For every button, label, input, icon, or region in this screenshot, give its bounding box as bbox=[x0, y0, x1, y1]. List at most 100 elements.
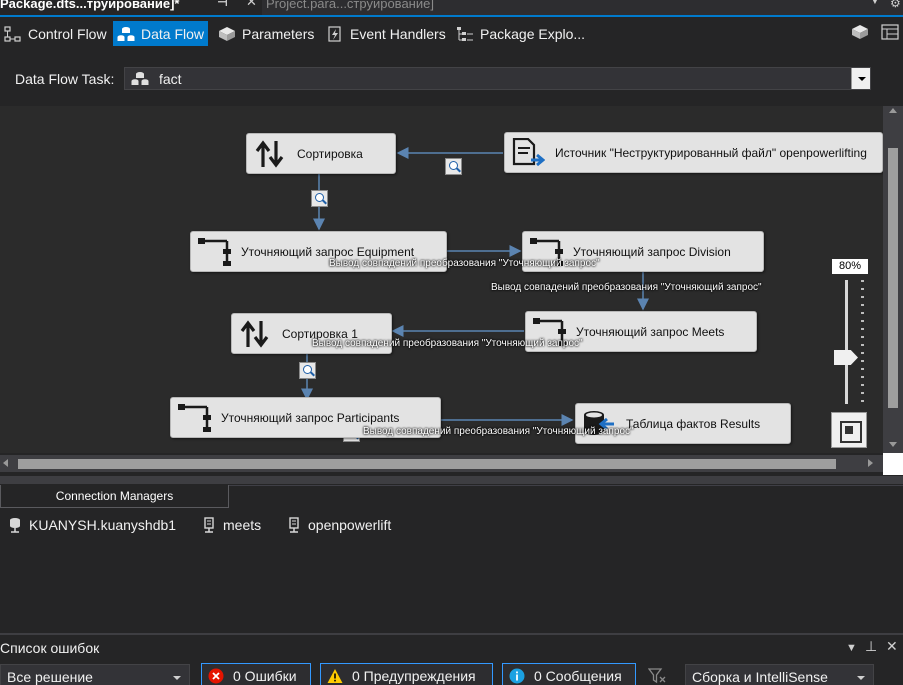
chevron-down-icon[interactable] bbox=[851, 68, 870, 89]
error-list-title: Список ошибок bbox=[0, 640, 100, 656]
data-flow-canvas[interactable]: Сортировка Источник "Неструктурированный… bbox=[0, 106, 883, 453]
connection-manager-item[interactable]: meets bbox=[203, 516, 261, 534]
window-menu-dropdown-icon[interactable]: ▼ bbox=[846, 642, 857, 654]
warning-icon bbox=[327, 669, 343, 683]
vertical-scroll-thumb[interactable] bbox=[888, 148, 898, 408]
document-tab-project-params-label: Project.para...струирование] bbox=[266, 0, 434, 11]
warnings-filter-button[interactable]: 0 Предупреждения bbox=[320, 663, 493, 685]
data-flow-task-icon bbox=[131, 71, 149, 86]
flat-file-source-icon bbox=[512, 137, 545, 166]
connection-managers-divider bbox=[229, 485, 903, 486]
tab-control-flow[interactable]: Control Flow bbox=[0, 21, 111, 46]
tab-event-handlers[interactable]: Event Handlers bbox=[322, 21, 450, 46]
connection-manager-name: openpowerlift bbox=[308, 517, 392, 533]
scroll-up-icon[interactable] bbox=[889, 108, 897, 113]
error-list-separator bbox=[0, 633, 903, 635]
component-lookup-equipment-label: Уточняющий запрос Equipment bbox=[241, 244, 415, 259]
toolbox-icon[interactable] bbox=[851, 24, 869, 40]
data-viewer-icon[interactable] bbox=[299, 362, 316, 379]
chevron-down-icon bbox=[857, 676, 865, 680]
zoom-to-fit-icon[interactable] bbox=[831, 412, 867, 448]
document-tab-project-params[interactable]: Project.para...струирование] bbox=[262, 0, 492, 15]
tab-data-flow-label: Data Flow bbox=[141, 25, 205, 42]
package-explorer-icon bbox=[456, 26, 474, 42]
horizontal-scroll-thumb[interactable] bbox=[18, 459, 836, 469]
data-viewer-icon[interactable] bbox=[445, 158, 462, 175]
zoom-slider-ticks bbox=[861, 280, 864, 404]
lookup-icon bbox=[198, 237, 231, 266]
connection-manager-name: meets bbox=[223, 517, 262, 533]
errors-count-label: 0 Ошибки bbox=[233, 668, 297, 684]
data-flow-task-value: fact bbox=[159, 71, 182, 87]
messages-filter-button[interactable]: 0 Сообщения bbox=[502, 663, 636, 685]
zoom-slider-track[interactable] bbox=[845, 280, 848, 404]
close-icon[interactable]: ✕ bbox=[246, 0, 257, 8]
scroll-left-icon[interactable] bbox=[3, 459, 8, 467]
pin-icon[interactable]: ⊣ bbox=[217, 0, 228, 8]
parameters-icon bbox=[218, 26, 236, 42]
designer-tab-bar: Control Flow Data Flow Parameters Event … bbox=[0, 18, 903, 48]
canvas-vertical-scrollbar[interactable] bbox=[883, 106, 903, 453]
tab-list-dropdown-icon[interactable]: ▼ bbox=[870, 0, 880, 7]
lookup-icon bbox=[178, 403, 211, 432]
component-flat-file-source-label: Источник "Неструктурированный файл" open… bbox=[555, 145, 867, 160]
data-flow-task-label: Data Flow Task: bbox=[15, 71, 115, 87]
gear-icon[interactable]: ⚙ bbox=[890, 0, 901, 10]
filter-icon[interactable] bbox=[648, 668, 666, 684]
connection-manager-item[interactable]: openpowerlift bbox=[288, 516, 391, 534]
build-source-value: Сборка и IntelliSense bbox=[692, 668, 828, 685]
tab-package-explorer-label: Package Explo... bbox=[480, 25, 586, 42]
scroll-right-icon[interactable] bbox=[868, 459, 873, 467]
component-sort-label: Сортировка bbox=[297, 146, 363, 161]
canvas-horizontal-scrollbar[interactable] bbox=[0, 455, 883, 472]
component-destination-results-label: Таблица фактов Results bbox=[626, 416, 761, 431]
data-flow-task-select[interactable]: fact bbox=[124, 67, 871, 90]
close-icon[interactable]: ✕ bbox=[886, 638, 898, 655]
tab-data-flow[interactable]: Data Flow bbox=[113, 21, 209, 46]
pin-icon[interactable]: ⊥ bbox=[865, 638, 877, 655]
flat-file-connection-icon bbox=[204, 517, 214, 533]
document-tab-strip: Package.dts...труирование]* ⊣ ✕ Project.… bbox=[0, 0, 903, 15]
messages-count-label: 0 Сообщения bbox=[534, 668, 622, 684]
connection-managers-splitter[interactable] bbox=[0, 476, 903, 484]
control-flow-icon bbox=[4, 25, 22, 42]
zoom-level-label: 80% bbox=[832, 259, 868, 274]
data-viewer-icon[interactable] bbox=[311, 190, 328, 207]
connection-manager-name: KUANYSH.kuanyshdb1 bbox=[29, 517, 177, 533]
scroll-down-icon[interactable] bbox=[889, 442, 897, 447]
sort-icon bbox=[240, 319, 269, 348]
tab-connection-managers-label: Connection Managers bbox=[55, 489, 174, 503]
tab-parameters[interactable]: Parameters bbox=[214, 21, 318, 46]
warnings-count-label: 0 Предупреждения bbox=[352, 668, 476, 684]
tab-connection-managers[interactable]: Connection Managers bbox=[0, 485, 229, 508]
tab-parameters-label: Parameters bbox=[242, 25, 315, 42]
component-lookup-meets-label: Уточняющий запрос Meets bbox=[576, 324, 725, 339]
info-icon bbox=[509, 668, 525, 684]
tab-package-explorer[interactable]: Package Explo... bbox=[452, 21, 589, 46]
variables-icon[interactable] bbox=[881, 24, 899, 40]
chevron-down-icon bbox=[173, 676, 181, 680]
component-lookup-participants-label: Уточняющий запрос Participants bbox=[221, 410, 400, 425]
path-label-participants-to-results: Вывод совпадений преобразования "Уточняю… bbox=[363, 426, 634, 437]
event-handlers-icon bbox=[326, 25, 344, 42]
error-scope-select[interactable]: Все решение bbox=[0, 664, 190, 685]
sort-icon bbox=[255, 139, 284, 168]
document-tab-package-label: Package.dts...труирование]* bbox=[0, 0, 180, 11]
tab-event-handlers-label: Event Handlers bbox=[350, 25, 446, 42]
component-sort[interactable]: Сортировка bbox=[246, 133, 396, 174]
path-label-equipment-to-division: Вывод совпадений преобразования "Уточняю… bbox=[329, 258, 600, 269]
document-tab-package[interactable]: Package.dts...труирование]* ⊣ ✕ bbox=[0, 0, 262, 15]
document-tab-accent-line bbox=[0, 15, 903, 17]
data-flow-icon bbox=[117, 26, 135, 42]
errors-filter-button[interactable]: 0 Ошибки bbox=[201, 663, 311, 685]
error-scope-value: Все решение bbox=[7, 668, 93, 685]
connection-manager-item[interactable]: KUANYSH.kuanyshdb1 bbox=[9, 516, 176, 534]
component-destination-results[interactable]: Таблица фактов Results bbox=[575, 403, 791, 444]
tab-control-flow-label: Control Flow bbox=[28, 25, 107, 42]
flat-file-connection-icon bbox=[289, 517, 299, 533]
build-source-select[interactable]: Сборка и IntelliSense bbox=[685, 664, 874, 685]
path-label-meets-to-sort1: Вывод совпадений преобразования "Уточняю… bbox=[312, 338, 583, 349]
error-icon bbox=[208, 668, 224, 684]
database-connection-icon bbox=[10, 518, 20, 533]
component-flat-file-source[interactable]: Источник "Неструктурированный файл" open… bbox=[504, 132, 883, 173]
